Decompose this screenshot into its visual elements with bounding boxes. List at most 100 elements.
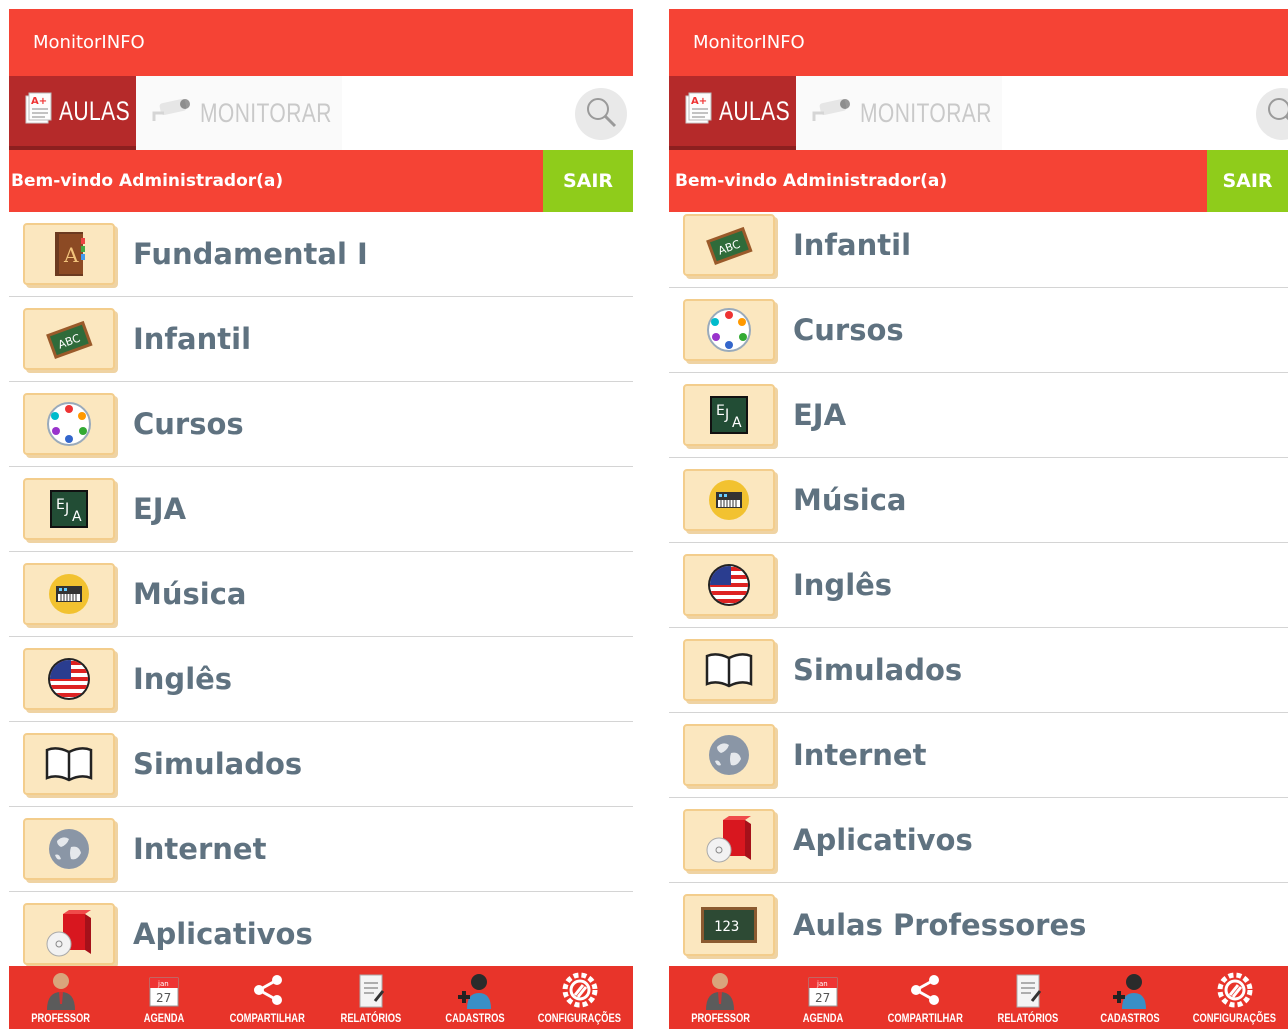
svg-text:A: A — [63, 243, 79, 267]
welcome-text: Bem-vindo Administrador(a) — [675, 171, 948, 191]
open-book-icon — [23, 733, 115, 795]
welcome-bar: Bem-vindo Administrador(a) SAIR — [9, 150, 633, 212]
svg-text:A+: A+ — [31, 96, 47, 107]
bottom-nav: PROFESSOR jan 27 AGENDA COMPARTILHAR RELA… — [669, 966, 1288, 1029]
eja-board-icon: EJA — [683, 384, 775, 446]
report-icon — [351, 970, 391, 1010]
nav-relatorios[interactable]: RELATÓRIOS — [976, 966, 1078, 1029]
list-item-label: Inglês — [793, 568, 893, 602]
search-button[interactable] — [1256, 88, 1288, 140]
nav-label: CADASTROS — [1100, 1011, 1160, 1025]
list-item-ingles[interactable]: Inglês — [9, 637, 633, 722]
software-box-icon — [683, 809, 775, 871]
nav-label: AGENDA — [143, 1011, 185, 1025]
nav-label: CADASTROS — [444, 1011, 505, 1025]
search-button[interactable] — [575, 88, 627, 140]
list-item-aplicativos[interactable]: Aplicativos — [669, 798, 1288, 883]
tab-monitorar-label: MONITORAR — [860, 97, 992, 128]
nav-label: PROFESSOR — [31, 1011, 91, 1025]
nav-agenda[interactable]: jan 27 AGENDA — [771, 966, 873, 1029]
tab-monitorar[interactable]: MONITORAR — [796, 76, 1002, 150]
logout-button[interactable]: SAIR — [1207, 150, 1288, 212]
hands-circle-icon — [683, 299, 775, 361]
board-123-icon: 123 — [683, 894, 775, 956]
list-item-musica[interactable]: Música — [669, 458, 1288, 543]
nav-label: COMPARTILHAR — [887, 1011, 963, 1025]
list-item-eja[interactable]: EJA EJA — [669, 373, 1288, 458]
document-a-plus-icon: A+ — [683, 91, 713, 132]
nav-label: AGENDA — [802, 1011, 843, 1025]
nav-configuracoes[interactable]: CONFIGURAÇÕES — [526, 966, 633, 1029]
tab-aulas-label: AULAS — [59, 95, 131, 126]
list-item-label: EJA — [133, 492, 187, 526]
us-flag-icon — [683, 554, 775, 616]
svg-text:A: A — [72, 509, 82, 525]
tab-aulas[interactable]: A+ AULAS — [9, 76, 136, 150]
document-a-plus-icon: A+ — [23, 91, 53, 132]
nav-professor[interactable]: PROFESSOR — [9, 966, 112, 1029]
eja-board-icon: EJA — [23, 478, 115, 540]
welcome-text: Bem-vindo Administrador(a) — [11, 171, 284, 191]
nav-compartilhar[interactable]: COMPARTILHAR — [874, 966, 976, 1029]
list-item-simulados[interactable]: Simulados — [669, 628, 1288, 713]
list-item-label: Inglês — [133, 662, 233, 696]
tab-aulas[interactable]: A+ AULAS — [669, 76, 796, 150]
nav-configuracoes[interactable]: CONFIGURAÇÕES — [1181, 966, 1288, 1029]
list-item-label: Infantil — [133, 322, 252, 356]
list-item-infantil[interactable]: ABC Infantil — [9, 297, 633, 382]
tab-bar: A+ AULAS MONITORAR — [9, 76, 633, 150]
search-icon — [584, 95, 618, 133]
app-title: MonitorINFO — [693, 32, 805, 53]
list-item-eja[interactable]: EJA EJA — [9, 467, 633, 552]
list-item-fundamental-i[interactable]: A Fundamental I — [9, 212, 633, 297]
list-item-label: Música — [793, 483, 907, 517]
nav-professor[interactable]: PROFESSOR — [669, 966, 771, 1029]
tab-bar: A+ AULAS MONITORAR — [669, 76, 1288, 150]
nav-relatorios[interactable]: RELATÓRIOS — [319, 966, 422, 1029]
svg-text:E: E — [56, 497, 65, 513]
nav-label: PROFESSOR — [690, 1011, 750, 1025]
add-user-icon — [455, 970, 495, 1010]
list-item-ingles[interactable]: Inglês — [669, 543, 1288, 628]
logout-button[interactable]: SAIR — [543, 150, 633, 212]
list-item-cursos[interactable]: Cursos — [669, 288, 1288, 373]
list-item-infantil[interactable]: ABC Infantil — [669, 212, 1288, 288]
settings-gear-icon — [560, 970, 600, 1010]
nav-agenda[interactable]: jan 27 AGENDA — [112, 966, 215, 1029]
tab-monitorar[interactable]: MONITORAR — [136, 76, 342, 150]
globe-icon — [683, 724, 775, 786]
list-item-internet[interactable]: Internet — [669, 713, 1288, 798]
svg-text:J: J — [64, 501, 69, 517]
keyboard-icon — [683, 469, 775, 531]
list-item-aulas-professores[interactable]: 123 Aulas Professores — [669, 883, 1288, 966]
nav-cadastros[interactable]: CADASTROS — [423, 966, 526, 1029]
list-item-internet[interactable]: Internet — [9, 807, 633, 892]
nav-cadastros[interactable]: CADASTROS — [1079, 966, 1181, 1029]
app-title-bar: MonitorINFO — [9, 9, 633, 76]
list-item-cursos[interactable]: Cursos — [9, 382, 633, 467]
list-item-label: Aplicativos — [793, 823, 973, 857]
list-item-simulados[interactable]: Simulados — [9, 722, 633, 807]
app-title-bar: MonitorINFO — [669, 9, 1288, 76]
svg-text:J: J — [724, 407, 729, 423]
software-box-icon — [23, 903, 115, 965]
share-icon — [248, 970, 288, 1010]
search-icon — [1265, 95, 1288, 133]
svg-text:jan: jan — [816, 980, 828, 988]
list-item-label: Fundamental I — [133, 237, 368, 271]
svg-text:27: 27 — [156, 991, 171, 1005]
list-item-label: Simulados — [133, 747, 303, 781]
svg-text:A+: A+ — [691, 96, 707, 107]
list-item-label: EJA — [793, 398, 847, 432]
screen-left: MonitorINFO A+ AULAS MONITORAR Bem-vindo… — [9, 9, 633, 1029]
svg-text:A: A — [732, 415, 742, 431]
share-icon — [905, 970, 945, 1010]
nav-compartilhar[interactable]: COMPARTILHAR — [216, 966, 319, 1029]
list-item-musica[interactable]: Música — [9, 552, 633, 637]
calendar-icon: jan 27 — [803, 970, 843, 1010]
report-icon — [1008, 970, 1048, 1010]
list-item-aplicativos[interactable]: Aplicativos — [9, 892, 633, 966]
nav-label: RELATÓRIOS — [997, 1011, 1058, 1025]
professor-icon — [700, 970, 740, 1010]
us-flag-icon — [23, 648, 115, 710]
